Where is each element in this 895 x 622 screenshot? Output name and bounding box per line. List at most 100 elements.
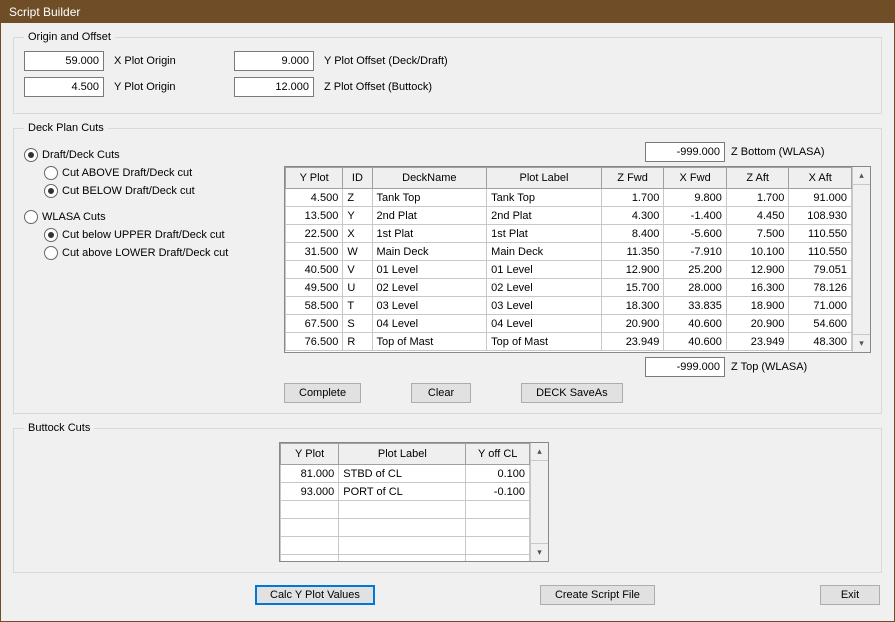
table-row[interactable]: 93.000PORT of CL-0.100 [281, 483, 530, 501]
table-row[interactable]: 67.500S04 Level04 Level20.90040.60020.90… [286, 315, 852, 333]
cell-name[interactable]: 1st Plat [372, 225, 487, 243]
col-id[interactable]: ID [343, 168, 372, 189]
cell-yplot[interactable] [281, 537, 339, 555]
col-yplot[interactable]: Y Plot [286, 168, 343, 189]
cell-yoff[interactable]: 0.100 [466, 465, 530, 483]
cell-name[interactable]: Main Deck [372, 243, 487, 261]
table-row[interactable] [281, 519, 530, 537]
cell-label[interactable] [339, 501, 466, 519]
cell-zaft[interactable]: 12.900 [726, 261, 789, 279]
cell-yplot[interactable] [281, 519, 339, 537]
cell-label[interactable]: Main Deck [487, 243, 602, 261]
table-row[interactable]: 31.500WMain DeckMain Deck11.350-7.91010.… [286, 243, 852, 261]
cell-xfwd[interactable]: -1.400 [664, 207, 727, 225]
cell-yplot[interactable]: 13.500 [286, 207, 343, 225]
cell-zaft[interactable]: 23.949 [726, 333, 789, 351]
table-row[interactable] [281, 501, 530, 519]
cell-xfwd[interactable]: 33.835 [664, 297, 727, 315]
z-top-input[interactable] [645, 357, 725, 377]
cell-yoff[interactable] [466, 501, 530, 519]
radio-cut-below[interactable]: Cut BELOW Draft/Deck cut [44, 184, 274, 198]
x-plot-origin-input[interactable] [24, 51, 104, 71]
cell-id[interactable]: W [343, 243, 372, 261]
y-plot-offset-input[interactable] [234, 51, 314, 71]
cell-yplot[interactable]: 4.500 [286, 189, 343, 207]
cell-yplot[interactable]: 31.500 [286, 243, 343, 261]
cell-zfwd[interactable]: 18.300 [601, 297, 664, 315]
cell-xaft[interactable]: 91.000 [789, 189, 852, 207]
cell-yplot[interactable]: 93.000 [281, 483, 339, 501]
cell-label[interactable] [339, 555, 466, 562]
cell-zfwd[interactable]: 20.900 [601, 315, 664, 333]
cell-yplot[interactable] [281, 555, 339, 562]
col-plotlabel[interactable]: Plot Label [487, 168, 602, 189]
cell-label[interactable]: PORT of CL [339, 483, 466, 501]
table-row[interactable] [281, 537, 530, 555]
cell-id[interactable]: Z [343, 189, 372, 207]
cell-yplot[interactable]: 22.500 [286, 225, 343, 243]
deck-table-scrollbar[interactable]: ▴ ▾ [852, 167, 870, 352]
col-yplot[interactable]: Y Plot [281, 444, 339, 465]
cell-xaft[interactable]: 79.051 [789, 261, 852, 279]
cell-xaft[interactable]: 78.126 [789, 279, 852, 297]
col-xfwd[interactable]: X Fwd [664, 168, 727, 189]
radio-cut-below-upper[interactable]: Cut below UPPER Draft/Deck cut [44, 228, 274, 242]
cell-xfwd[interactable]: -7.910 [664, 243, 727, 261]
window-titlebar[interactable]: Script Builder [1, 1, 894, 23]
y-plot-origin-input[interactable] [24, 77, 104, 97]
cell-id[interactable]: Y [343, 207, 372, 225]
table-row[interactable]: 4.500ZTank TopTank Top1.7009.8001.70091.… [286, 189, 852, 207]
deck-table[interactable]: Y Plot ID DeckName Plot Label Z Fwd X Fw… [285, 167, 852, 351]
cell-zaft[interactable]: 10.100 [726, 243, 789, 261]
cell-yoff[interactable] [466, 537, 530, 555]
cell-xfwd[interactable]: 40.600 [664, 315, 727, 333]
cell-zaft[interactable]: 4.450 [726, 207, 789, 225]
cell-xaft[interactable]: 71.000 [789, 297, 852, 315]
exit-button[interactable]: Exit [820, 585, 880, 605]
cell-id[interactable]: R [343, 333, 372, 351]
clear-button[interactable]: Clear [411, 383, 471, 403]
cell-zaft[interactable]: 20.900 [726, 315, 789, 333]
cell-xfwd[interactable]: 40.600 [664, 333, 727, 351]
cell-name[interactable]: 04 Level [372, 315, 487, 333]
cell-zfwd[interactable]: 4.300 [601, 207, 664, 225]
cell-name[interactable]: Tank Top [372, 189, 487, 207]
radio-wlasa-cuts[interactable]: WLASA Cuts [24, 210, 274, 224]
deck-saveas-button[interactable]: DECK SaveAs [521, 383, 623, 403]
cell-xaft[interactable]: 110.550 [789, 243, 852, 261]
cell-yplot[interactable] [281, 501, 339, 519]
table-row[interactable]: 49.500U02 Level02 Level15.70028.00016.30… [286, 279, 852, 297]
z-bottom-input[interactable] [645, 142, 725, 162]
cell-id[interactable]: T [343, 297, 372, 315]
scroll-down-icon[interactable]: ▾ [853, 334, 870, 352]
cell-label[interactable]: 03 Level [487, 297, 602, 315]
buttock-table-scrollbar[interactable]: ▴ ▾ [530, 443, 548, 561]
cell-zaft[interactable]: 16.300 [726, 279, 789, 297]
col-xaft[interactable]: X Aft [789, 168, 852, 189]
cell-yplot[interactable]: 67.500 [286, 315, 343, 333]
table-row[interactable]: 58.500T03 Level03 Level18.30033.83518.90… [286, 297, 852, 315]
table-row[interactable]: 13.500Y2nd Plat2nd Plat4.300-1.4004.4501… [286, 207, 852, 225]
cell-xaft[interactable]: 54.600 [789, 315, 852, 333]
table-row[interactable]: 22.500X1st Plat1st Plat8.400-5.6007.5001… [286, 225, 852, 243]
cell-label[interactable]: 2nd Plat [487, 207, 602, 225]
cell-id[interactable]: X [343, 225, 372, 243]
cell-xaft[interactable]: 110.550 [789, 225, 852, 243]
cell-xaft[interactable]: 108.930 [789, 207, 852, 225]
table-row[interactable] [281, 555, 530, 562]
cell-label[interactable]: 04 Level [487, 315, 602, 333]
cell-yplot[interactable]: 40.500 [286, 261, 343, 279]
cell-label[interactable]: 01 Level [487, 261, 602, 279]
cell-yplot[interactable]: 58.500 [286, 297, 343, 315]
col-zfwd[interactable]: Z Fwd [601, 168, 664, 189]
cell-zfwd[interactable]: 12.900 [601, 261, 664, 279]
cell-zfwd[interactable]: 1.700 [601, 189, 664, 207]
cell-name[interactable]: 02 Level [372, 279, 487, 297]
table-row[interactable]: 81.000STBD of CL0.100 [281, 465, 530, 483]
cell-yoff[interactable]: -0.100 [466, 483, 530, 501]
cell-name[interactable]: 01 Level [372, 261, 487, 279]
cell-label[interactable] [339, 519, 466, 537]
cell-xfwd[interactable]: 9.800 [664, 189, 727, 207]
cell-yplot[interactable]: 49.500 [286, 279, 343, 297]
scroll-up-icon[interactable]: ▴ [853, 167, 870, 185]
